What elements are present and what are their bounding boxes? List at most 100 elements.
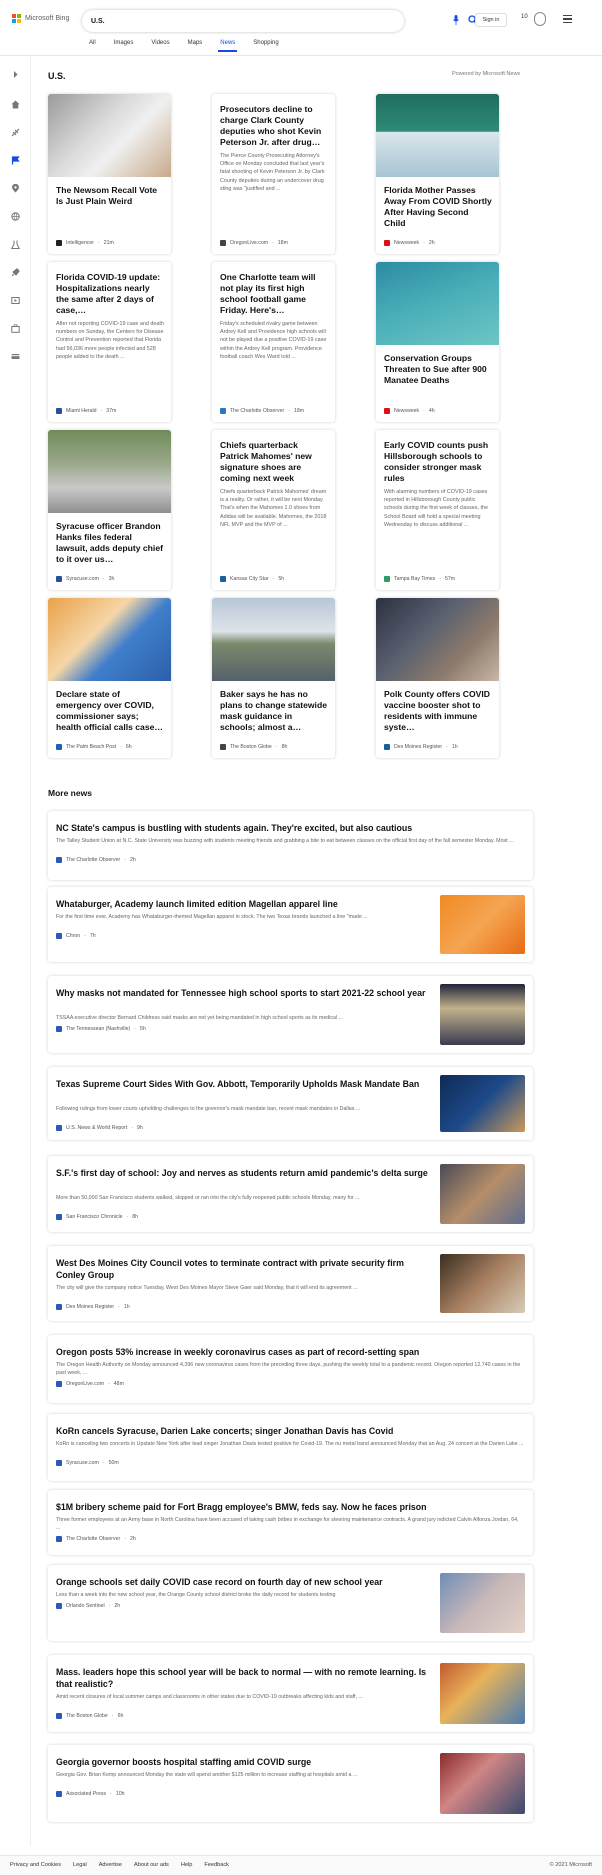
footer-link[interactable]: Help — [181, 1862, 193, 1868]
news-card-source[interactable]: The Palm Beach Post · 6h — [56, 744, 132, 750]
news-card[interactable]: Prosecutors decline to charge Clark Coun… — [212, 94, 335, 254]
news-card-image[interactable] — [48, 94, 171, 177]
more-news-thumbnail[interactable] — [440, 1254, 525, 1313]
tab-maps[interactable]: Maps — [188, 40, 203, 51]
footer-link[interactable]: About our ads — [134, 1862, 169, 1868]
world-icon[interactable] — [11, 212, 20, 221]
rewards-count[interactable]: 10 — [521, 14, 528, 20]
news-card-title[interactable]: Florida Mother Passes Away From COVID Sh… — [384, 185, 492, 229]
more-news-title[interactable]: Orange schools set daily COVID case reco… — [56, 1576, 431, 1588]
more-news-source[interactable]: The Boston Globe · 6h — [56, 1713, 123, 1719]
more-news-title[interactable]: $1M bribery scheme paid for Fort Bragg e… — [56, 1501, 524, 1513]
money-icon[interactable] — [11, 352, 20, 361]
search-input[interactable] — [91, 14, 341, 28]
tab-news[interactable]: News — [218, 40, 238, 52]
news-card-source[interactable]: Kansas City Star · 5h — [220, 576, 284, 582]
news-card-image[interactable] — [48, 430, 171, 513]
news-card-title[interactable]: Baker says he has no plans to change sta… — [220, 689, 328, 733]
more-news-item[interactable]: Mass. leaders hope this school year will… — [48, 1655, 533, 1732]
entertainment-icon[interactable] — [11, 296, 20, 305]
tab-all[interactable]: All — [89, 40, 96, 51]
more-news-source[interactable]: The Charlotte Observer · 2h — [56, 1536, 136, 1542]
news-card[interactable]: Polk County offers COVID vaccine booster… — [376, 598, 499, 758]
more-news-thumbnail[interactable] — [440, 1075, 525, 1132]
business-icon[interactable] — [11, 324, 20, 333]
tab-images[interactable]: Images — [114, 40, 134, 51]
news-card-source[interactable]: The Boston Globe · 8h — [220, 744, 287, 750]
news-card-source[interactable]: The Charlotte Observer · 18m — [220, 408, 304, 414]
news-card-source[interactable]: Des Moines Register · 1h — [384, 744, 458, 750]
news-card-title[interactable]: Chiefs quarterback Patrick Mahomes' new … — [220, 440, 328, 484]
more-news-item[interactable]: KoRn cancels Syracuse, Darien Lake conce… — [48, 1414, 533, 1481]
more-news-source[interactable]: U.S. News & World Report · 9h — [56, 1125, 143, 1131]
microphone-icon[interactable] — [453, 15, 459, 25]
news-card[interactable]: Florida COVID-19 update: Hospitalization… — [48, 262, 171, 422]
more-news-title[interactable]: KoRn cancels Syracuse, Darien Lake conce… — [56, 1425, 524, 1437]
news-card[interactable]: One Charlotte team will not play its fir… — [212, 262, 335, 422]
more-news-thumbnail[interactable] — [440, 895, 525, 954]
more-news-item[interactable]: $1M bribery scheme paid for Fort Bragg e… — [48, 1490, 533, 1555]
news-card-title[interactable]: Polk County offers COVID vaccine booster… — [384, 689, 492, 733]
footer-link[interactable]: Feedback — [204, 1862, 229, 1868]
news-card-source[interactable]: Tampa Bay Times · 57m — [384, 576, 455, 582]
more-news-title[interactable]: NC State's campus is bustling with stude… — [56, 822, 524, 834]
more-news-title[interactable]: Texas Supreme Court Sides With Gov. Abbo… — [56, 1078, 431, 1090]
news-card-title[interactable]: The Newsom Recall Vote Is Just Plain Wei… — [56, 185, 164, 207]
news-card-image[interactable] — [212, 598, 335, 681]
more-news-thumbnail[interactable] — [440, 984, 525, 1045]
bing-logo[interactable]: Microsoft Bing — [12, 14, 69, 23]
news-card-image[interactable] — [376, 94, 499, 177]
more-news-source[interactable]: Chron · 7h — [56, 933, 96, 939]
rewards-medal-icon[interactable] — [534, 12, 546, 26]
more-news-item[interactable]: West Des Moines City Council votes to te… — [48, 1246, 533, 1321]
sign-in-button[interactable]: Sign in — [475, 13, 507, 27]
more-news-thumbnail[interactable] — [440, 1164, 525, 1224]
news-card-title[interactable]: Early COVID counts push Hillsborough sch… — [384, 440, 492, 484]
science-icon[interactable] — [11, 240, 20, 249]
news-card-image[interactable] — [376, 598, 499, 681]
more-news-title[interactable]: Georgia governor boosts hospital staffin… — [56, 1756, 431, 1768]
more-news-thumbnail[interactable] — [440, 1753, 525, 1814]
more-news-item[interactable]: NC State's campus is bustling with stude… — [48, 811, 533, 880]
news-card[interactable]: The Newsom Recall Vote Is Just Plain Wei… — [48, 94, 171, 254]
news-card[interactable]: Conservation Groups Threaten to Sue afte… — [376, 262, 499, 422]
more-news-source[interactable]: Orlando Sentinel · 2h — [56, 1603, 120, 1609]
powered-by-label[interactable]: Powered by Microsoft News — [452, 71, 520, 77]
technology-icon[interactable] — [11, 268, 20, 277]
news-card-image[interactable] — [48, 598, 171, 681]
local-icon[interactable] — [11, 184, 20, 193]
news-card-title[interactable]: Prosecutors decline to charge Clark Coun… — [220, 104, 328, 148]
more-news-item[interactable]: Georgia governor boosts hospital staffin… — [48, 1745, 533, 1822]
more-news-source[interactable]: Des Moines Register · 1h — [56, 1304, 130, 1310]
footer-link[interactable]: Privacy and Cookies — [10, 1862, 61, 1868]
more-news-item[interactable]: S.F.'s first day of school: Joy and nerv… — [48, 1156, 533, 1232]
more-news-source[interactable]: The Charlotte Observer · 2h — [56, 857, 136, 863]
more-news-item[interactable]: Oregon posts 53% increase in weekly coro… — [48, 1335, 533, 1403]
more-news-thumbnail[interactable] — [440, 1573, 525, 1633]
news-card-title[interactable]: Conservation Groups Threaten to Sue afte… — [384, 353, 492, 386]
more-news-title[interactable]: Why masks not mandated for Tennessee hig… — [56, 987, 431, 999]
news-card-source[interactable]: Newsweek · 4h — [384, 408, 435, 414]
politics-icon[interactable] — [11, 156, 20, 165]
news-card-title[interactable]: One Charlotte team will not play its fir… — [220, 272, 328, 316]
tab-videos[interactable]: Videos — [151, 40, 169, 51]
news-card-source[interactable]: OregonLive.com · 18m — [220, 240, 288, 246]
news-card[interactable]: Declare state of emergency over COVID, c… — [48, 598, 171, 758]
news-card-source[interactable]: Newsweek · 2h — [384, 240, 435, 246]
sports-icon[interactable] — [11, 128, 20, 137]
more-news-title[interactable]: Whataburger, Academy launch limited edit… — [56, 898, 431, 910]
more-news-item[interactable]: Whataburger, Academy launch limited edit… — [48, 887, 533, 962]
news-card[interactable]: Syracuse officer Brandon Hanks files fed… — [48, 430, 171, 590]
more-news-item[interactable]: Texas Supreme Court Sides With Gov. Abbo… — [48, 1067, 533, 1140]
more-news-item[interactable]: Why masks not mandated for Tennessee hig… — [48, 976, 533, 1053]
more-news-source[interactable]: Associated Press · 10h — [56, 1791, 124, 1797]
news-card-image[interactable] — [376, 262, 499, 345]
more-news-source[interactable]: OregonLive.com · 48m — [56, 1381, 124, 1387]
news-card-title[interactable]: Syracuse officer Brandon Hanks files fed… — [56, 521, 164, 565]
news-card[interactable]: Baker says he has no plans to change sta… — [212, 598, 335, 758]
footer-link[interactable]: Legal — [73, 1862, 87, 1868]
news-card-title[interactable]: Florida COVID-19 update: Hospitalization… — [56, 272, 164, 316]
more-news-title[interactable]: West Des Moines City Council votes to te… — [56, 1257, 431, 1281]
news-card-source[interactable]: Intelligencer · 21m — [56, 240, 114, 246]
more-news-title[interactable]: Oregon posts 53% increase in weekly coro… — [56, 1346, 524, 1358]
